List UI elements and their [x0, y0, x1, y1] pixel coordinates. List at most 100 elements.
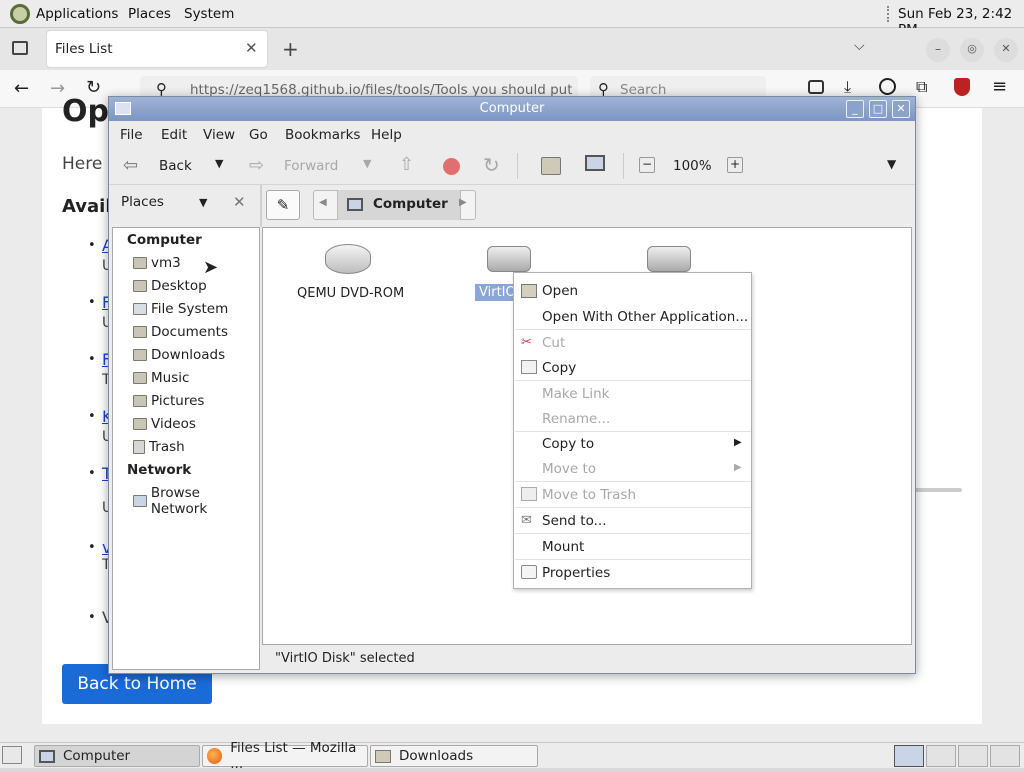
pane-divider: [260, 185, 262, 227]
menu-item-copy-to[interactable]: Copy to: [542, 436, 594, 452]
sidebar-item-videos[interactable]: Videos: [133, 416, 196, 432]
menu-item-cut[interactable]: Cut: [542, 335, 565, 351]
minimize-icon[interactable]: –: [926, 38, 950, 62]
menu-item-properties[interactable]: Properties: [542, 565, 610, 581]
workspace-1-icon[interactable]: [894, 745, 924, 767]
pocket-icon[interactable]: [808, 80, 824, 94]
toolbar-separator: [623, 153, 624, 179]
scissors-icon: ✂: [521, 335, 532, 350]
show-desktop-icon[interactable]: [2, 746, 22, 764]
places-menu[interactable]: Places: [128, 6, 171, 22]
workspace-3-icon[interactable]: [958, 745, 988, 767]
new-tab-icon[interactable]: +: [282, 37, 299, 61]
folder-icon: [133, 418, 147, 430]
item-label-dvd[interactable]: QEMU DVD-ROM: [297, 286, 404, 301]
menu-help[interactable]: Help: [371, 127, 402, 143]
hard-disk-icon[interactable]: [487, 246, 531, 272]
menu-item-copy[interactable]: Copy: [542, 360, 576, 376]
location-toggle-icon[interactable]: ✎: [266, 190, 300, 220]
menu-file[interactable]: File: [120, 127, 143, 143]
toolbar-overflow-icon[interactable]: ▼: [887, 157, 896, 171]
path-left-arrow-icon[interactable]: ◀: [319, 197, 327, 208]
sidebar-item-documents[interactable]: Documents: [133, 324, 228, 340]
ublock-icon[interactable]: [954, 78, 970, 96]
trash-icon: [133, 440, 145, 454]
taskbar-button-firefox[interactable]: Files List — Mozilla ...: [202, 740, 368, 772]
reload-icon[interactable]: ↻: [483, 153, 500, 177]
menu-item-rename[interactable]: Rename...: [542, 411, 610, 427]
account-icon[interactable]: [879, 78, 896, 95]
up-arrow-icon[interactable]: ⇧: [399, 154, 414, 175]
close-tab-icon[interactable]: ✕: [245, 39, 258, 57]
workspace-4-icon[interactable]: [990, 745, 1020, 767]
close-sidebar-icon[interactable]: ✕: [233, 193, 246, 211]
home-icon[interactable]: [541, 157, 561, 175]
computer-icon[interactable]: [585, 155, 605, 171]
applications-menu[interactable]: Applications: [36, 6, 118, 22]
zoom-in-icon[interactable]: +: [727, 157, 743, 173]
menu-item-make-link[interactable]: Make Link: [542, 386, 610, 402]
zoom-out-icon[interactable]: −: [639, 157, 655, 173]
menu-item-send-to[interactable]: Send to...: [542, 513, 606, 529]
close-icon[interactable]: ✕: [892, 100, 910, 118]
tab-files-list[interactable]: Files List ✕: [46, 30, 268, 68]
back-history-dropdown-icon[interactable]: ▼: [215, 157, 223, 170]
home-folder-icon: [133, 257, 147, 269]
menu-edit[interactable]: Edit: [161, 127, 187, 143]
list-tabs-icon[interactable]: ⌵: [854, 38, 865, 54]
window-title-bar[interactable]: Computer _ □ ✕: [109, 97, 915, 121]
close-window-icon[interactable]: ✕: [994, 38, 1018, 62]
menu-bookmarks[interactable]: Bookmarks: [285, 127, 360, 143]
places-dropdown-icon[interactable]: ▼: [199, 196, 207, 209]
workspace-2-icon[interactable]: [926, 745, 956, 767]
menu-view[interactable]: View: [203, 127, 235, 143]
forward-button-label[interactable]: Forward: [284, 158, 338, 174]
menu-item-move-to-trash[interactable]: Move to Trash: [542, 487, 636, 503]
sidebar-item-downloads[interactable]: Downloads: [133, 347, 225, 363]
sidebar-item-music[interactable]: Music: [133, 370, 189, 386]
path-right-arrow-icon[interactable]: ▶: [459, 197, 467, 208]
firefox-icon: [207, 748, 223, 764]
system-menu[interactable]: System: [184, 6, 234, 22]
taskbar-label: Computer: [63, 748, 131, 764]
extensions-icon[interactable]: ⧉: [916, 77, 927, 97]
sidebar-item-browse-network[interactable]: Browse Network: [133, 485, 259, 517]
menu-item-open-with[interactable]: Open With Other Application...: [542, 309, 748, 325]
places-label[interactable]: Places: [121, 194, 164, 210]
toolbar-separator: [517, 153, 518, 179]
menu-item-move-to[interactable]: Move to: [542, 461, 596, 477]
hamburger-menu-icon[interactable]: ≡: [992, 76, 1007, 97]
menu-bar: File Edit View Go Bookmarks Help: [109, 121, 915, 147]
menu-item-mount[interactable]: Mount: [542, 539, 584, 555]
sidebar-item-file-system[interactable]: File System: [133, 301, 228, 317]
hard-disk-icon[interactable]: [647, 246, 691, 272]
tab-overview-icon[interactable]: [12, 41, 28, 55]
forward-arrow-icon[interactable]: ⇨: [249, 155, 264, 176]
menu-separator: [515, 431, 751, 432]
window-title: Computer: [479, 101, 545, 116]
gnome-foot-icon[interactable]: [10, 4, 30, 24]
sidebar-item-trash[interactable]: Trash: [133, 439, 185, 455]
sidebar-item-label: Browse Network: [150, 485, 208, 517]
maximize-icon[interactable]: □: [869, 100, 887, 118]
taskbar-button-downloads[interactable]: Downloads: [370, 745, 538, 767]
dvd-drive-icon[interactable]: [325, 244, 371, 274]
sidebar-item-pictures[interactable]: Pictures: [133, 393, 204, 409]
taskbar-button-computer[interactable]: Computer: [34, 745, 200, 767]
sidebar-item-vm3[interactable]: vm3: [133, 255, 181, 271]
forward-history-dropdown-icon[interactable]: ▼: [363, 157, 371, 170]
restore-icon[interactable]: ◎: [960, 38, 984, 62]
trash-icon: [521, 487, 537, 501]
location-bar: Places ▼ ✕ ✎ ◀ Computer ▶: [109, 185, 915, 227]
page-intro: Here i: [62, 154, 113, 174]
menu-item-open[interactable]: Open: [542, 283, 578, 299]
menu-go[interactable]: Go: [249, 127, 268, 143]
back-arrow-icon[interactable]: ⇦: [123, 155, 138, 176]
download-icon[interactable]: ⤓: [844, 77, 851, 97]
back-arrow-icon[interactable]: ←: [14, 78, 29, 99]
toolbar: ⇦ Back ▼ ⇨ Forward ▼ ⇧ ↻ − 100% + ▼: [109, 147, 915, 185]
minimize-icon[interactable]: _: [846, 100, 864, 118]
back-button-label[interactable]: Back: [159, 158, 192, 174]
stop-icon[interactable]: [443, 158, 460, 175]
sidebar-item-desktop[interactable]: Desktop: [133, 278, 207, 294]
